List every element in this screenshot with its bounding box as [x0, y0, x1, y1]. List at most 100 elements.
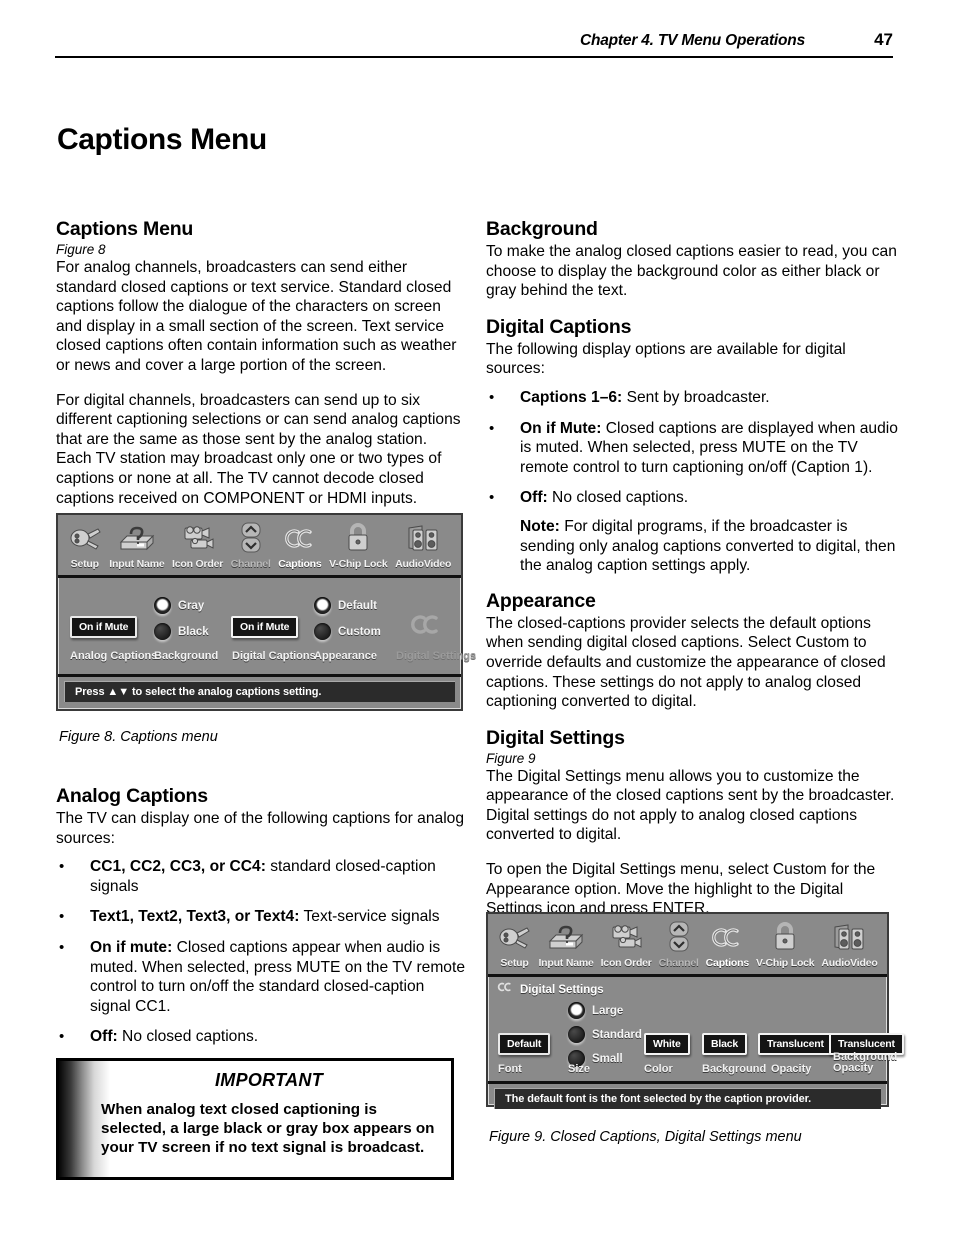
digital-captions-value: On if Mute	[231, 616, 299, 638]
appearance-option-default[interactable]: Default	[314, 597, 381, 614]
figure9-column-label-color: Color	[644, 1063, 673, 1075]
figure9-column-label-size: Size	[568, 1063, 591, 1075]
bullet-term: CC1, CC2, CC3, or CC4:	[90, 858, 266, 876]
osd-menu-item-captions[interactable]: Captions	[702, 919, 752, 971]
list-item: Text1, Text2, Text3, or Text4: Text-serv…	[56, 907, 466, 927]
up-down-arrows-icon	[227, 520, 275, 554]
osd-menu-item-setup[interactable]: Setup	[494, 919, 535, 971]
size-option-large-label: Large	[592, 1004, 624, 1017]
osd-menu-item-input-name[interactable]: Input Name	[535, 919, 597, 971]
osd-menu-label-vchip-lock: V-Chip Lock	[329, 558, 388, 570]
appearance-option-custom-label: Custom	[338, 625, 381, 638]
osd-menu-label-setup: Setup	[500, 957, 529, 969]
figure9-column-label-background-opacity: Background Opacity	[833, 1052, 897, 1074]
section-heading-background: Background	[486, 218, 598, 240]
osd-menu-label-setup: Setup	[70, 558, 99, 570]
osd-menu-label-icon-order: Icon Order	[600, 957, 652, 969]
analog-captions-value: On if Mute	[70, 616, 138, 638]
analog-captions-intro: The TV can display one of the following …	[56, 810, 465, 847]
osd-menu-item-audiovideo[interactable]: AudioVideo	[818, 919, 881, 971]
important-callout-inner: IMPORTANT When analog text closed captio…	[59, 1061, 451, 1177]
figure9-color-button[interactable]: White	[644, 1033, 690, 1055]
note-text: For digital programs, if the broadcaster…	[520, 517, 896, 575]
background-option-black[interactable]: Black	[154, 623, 209, 640]
osd-menu-item-captions[interactable]: Captions	[274, 520, 325, 572]
bullet-term: Text1, Text2, Text3, or Text4:	[90, 908, 300, 926]
figure9-caption: Figure 9. Closed Captions, Digital Setti…	[489, 1129, 802, 1145]
figure8-column-label-analog-captions: Analog Captions	[70, 650, 158, 662]
osd-menu-item-icon-order[interactable]: Icon Order	[168, 520, 227, 572]
power-plug-icon	[494, 919, 535, 953]
figure8-help-text: Press ▲▼ to select the analog captions s…	[64, 681, 455, 702]
figure9-panel-title-row: Digital Settings	[496, 981, 879, 999]
figure9-background-button[interactable]: Black	[702, 1033, 748, 1055]
background-paragraph: To make the analog closed captions easie…	[486, 243, 897, 300]
osd-menu-label-vchip-lock: V-Chip Lock	[755, 957, 815, 969]
osd-menu-label-captions: Captions	[705, 957, 750, 969]
bullet-term: Off:	[90, 1028, 118, 1046]
figure9-font-button[interactable]: Default	[498, 1033, 551, 1055]
figure8-help-bar: Press ▲▼ to select the analog captions s…	[58, 674, 461, 702]
power-plug-icon	[64, 520, 106, 554]
figure8-digital-settings-icon-button[interactable]	[408, 610, 444, 645]
size-option-large[interactable]: Large	[568, 1002, 642, 1019]
figure9-digital-settings-screenshot: Setup Input Name Icon Order Channel Capt…	[486, 912, 904, 1109]
digital-captions-note: Note: For digital programs, if the broad…	[486, 517, 898, 576]
figure8-settings-panel: On if Mute Gray Black On if Mute Default…	[58, 578, 476, 674]
osd-icon-bar: Setup Input Name Icon Order Channel Capt…	[488, 914, 887, 977]
digital-captions-intro: The following display options are availa…	[486, 340, 846, 378]
figure8-digital-captions-button[interactable]: On if Mute	[231, 616, 299, 638]
figure8-caption: Figure 8. Captions menu	[59, 729, 218, 745]
figure8-analog-captions-button[interactable]: On if Mute	[70, 616, 138, 638]
color-value: White	[644, 1033, 690, 1055]
page-title: Captions Menu	[57, 123, 267, 157]
digital-settings-paragraph-1: The Digital Settings menu allows you to …	[486, 767, 895, 844]
font-value: Default	[498, 1033, 551, 1055]
figure9-column-label-background: Background	[702, 1063, 767, 1075]
figure-reference-9: Figure 9	[486, 750, 536, 766]
page-number: 47	[874, 30, 893, 49]
bullet-term: On if mute:	[90, 938, 173, 956]
radio-icon	[314, 597, 331, 614]
camcorder-icon	[597, 919, 655, 953]
osd-menu-item-channel[interactable]: Channel	[227, 520, 275, 572]
page-header: Chapter 4. TV Menu Operations 47	[55, 30, 893, 58]
figure-reference-8: Figure 8	[56, 242, 106, 257]
figure9-settings-panel: Digital Settings Default Large Standard	[488, 977, 904, 1081]
osd-icon-bar: Setup Input Name Icon Order Channel Capt…	[58, 515, 461, 578]
osd-menu-item-vchip-lock[interactable]: V-Chip Lock	[752, 919, 817, 971]
bullet-text: No closed captions.	[547, 489, 689, 507]
bullet-term: Off:	[520, 489, 548, 507]
osd-menu-item-icon-order[interactable]: Icon Order	[597, 919, 655, 971]
padlock-icon	[325, 520, 391, 554]
osd-menu-item-setup[interactable]: Setup	[64, 520, 106, 572]
figure9-opacity-button[interactable]: Translucent	[758, 1033, 833, 1055]
osd-menu-label-audiovideo: AudioVideo	[821, 957, 878, 969]
note-term: Note:	[520, 517, 560, 535]
right-column: Background To make the analog closed cap…	[486, 218, 898, 919]
closed-caption-icon	[496, 981, 514, 999]
size-option-standard[interactable]: Standard	[568, 1026, 642, 1043]
figure9-help-text: The default font is the font selected by…	[494, 1088, 881, 1109]
figure8-column-label-background: Background	[154, 650, 219, 662]
bullet-term: Captions 1–6:	[520, 388, 623, 406]
osd-menu-item-channel[interactable]: Channel	[655, 919, 702, 971]
bullet-text: No closed captions.	[117, 1028, 259, 1046]
header-chapter-title: Chapter 4. TV Menu Operations	[579, 32, 805, 49]
list-item: Off: No closed captions.	[486, 488, 898, 508]
appearance-paragraph: The closed-captions provider selects the…	[486, 614, 886, 711]
osd-menu-item-audiovideo[interactable]: AudioVideo	[391, 520, 455, 572]
osd-menu-item-vchip-lock[interactable]: V-Chip Lock	[325, 520, 391, 572]
bullet-term: On if Mute:	[520, 419, 602, 437]
camcorder-icon	[168, 520, 227, 554]
radio-icon	[568, 1026, 585, 1043]
digital-captions-bullet-list: Captions 1–6: Sent by broadcaster. On if…	[486, 388, 898, 508]
captions-menu-paragraph-1: For analog channels, broadcasters can se…	[56, 259, 457, 374]
appearance-option-custom[interactable]: Custom	[314, 623, 381, 640]
background-option-gray[interactable]: Gray	[154, 597, 209, 614]
osd-menu-item-input-name[interactable]: Input Name	[106, 520, 169, 572]
figure9-size-options: Large Standard Small	[568, 1002, 642, 1067]
left-column: Captions Menu Figure 8 For analog channe…	[56, 218, 466, 523]
up-down-arrows-icon	[655, 919, 702, 953]
background-option-gray-label: Gray	[178, 599, 205, 612]
